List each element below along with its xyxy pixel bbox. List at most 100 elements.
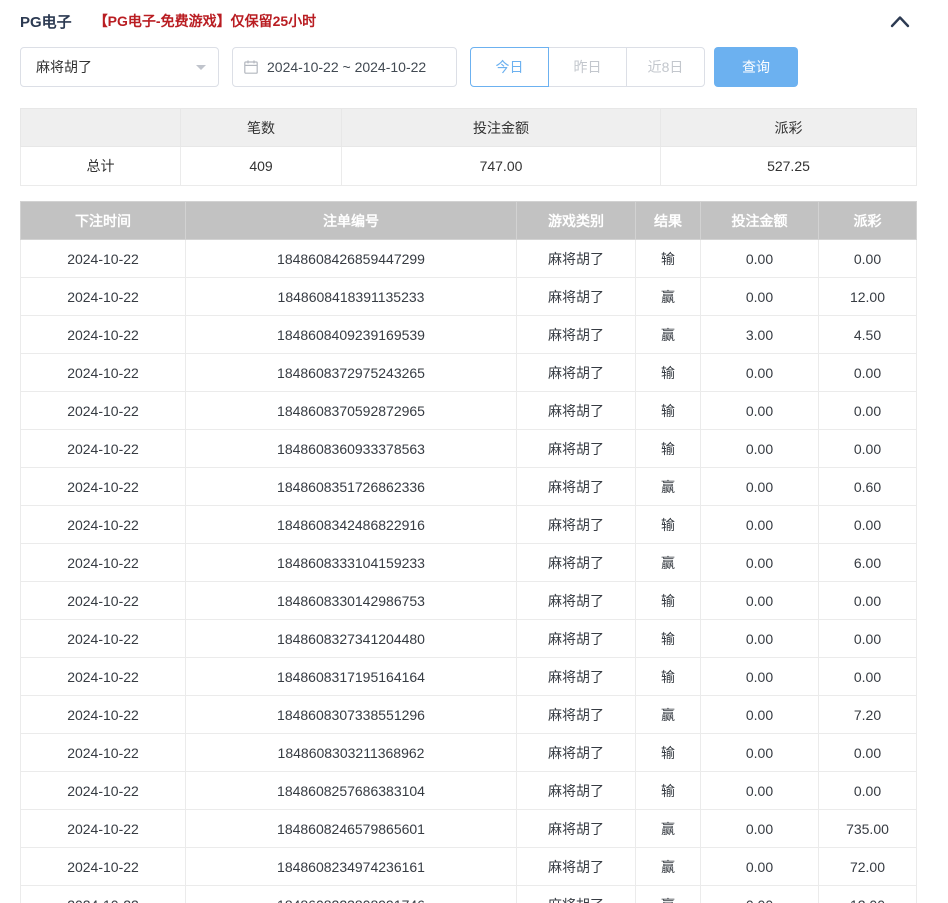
chevron-up-icon xyxy=(890,15,910,28)
bet-amount-cell: 3.00 xyxy=(700,315,819,354)
result-cell: 输 xyxy=(635,619,701,658)
order-id-cell: 1848608246579865601 xyxy=(185,809,517,848)
table-row: 2024-10-22 1848608327341204480 麻将胡了输 0.00 0.… xyxy=(20,619,917,658)
records-header-row: 下注时间 注单编号 游戏类别 结果 投注金额 派彩 xyxy=(20,201,917,240)
game-type-cell: 麻将胡了 xyxy=(516,809,636,848)
result-cell: 赢 xyxy=(635,315,701,354)
order-id-cell: 1848608372975243265 xyxy=(185,353,517,392)
payout-cell: 0.00 xyxy=(818,353,917,392)
result-cell: 输 xyxy=(635,771,701,810)
summary-total-payout: 527.25 xyxy=(660,146,917,186)
game-type-cell: 麻将胡了 xyxy=(516,277,636,316)
table-row: 2024-10-22 1848608360933378563 麻将胡了输 0.00 0.… xyxy=(20,429,917,468)
records-header-payout: 派彩 xyxy=(818,201,917,240)
bet-amount-cell: 0.00 xyxy=(700,885,819,903)
calendar-icon xyxy=(243,59,259,75)
game-type-cell: 麻将胡了 xyxy=(516,847,636,886)
bet-amount-cell: 0.00 xyxy=(700,847,819,886)
query-button[interactable]: 查询 xyxy=(714,47,798,87)
bet-amount-cell: 0.00 xyxy=(700,695,819,734)
records-header-result: 结果 xyxy=(635,201,701,240)
payout-cell: 0.00 xyxy=(818,771,917,810)
order-id-cell: 1848608317195164164 xyxy=(185,657,517,696)
pg-report-panel: PG电子 【PG电子-免费游戏】仅保留25小时 麻将胡了 2024-10-22 … xyxy=(0,0,948,903)
game-type-cell: 麻将胡了 xyxy=(516,733,636,772)
result-cell: 赢 xyxy=(635,695,701,734)
bet-time-cell: 2024-10-22 xyxy=(20,429,186,468)
payout-cell: 0.00 xyxy=(818,391,917,430)
order-id-cell: 1848608307338551296 xyxy=(185,695,517,734)
bet-time-cell: 2024-10-22 xyxy=(20,239,186,278)
result-cell: 赢 xyxy=(635,467,701,506)
result-cell: 输 xyxy=(635,657,701,696)
bet-amount-cell: 0.00 xyxy=(700,733,819,772)
result-cell: 赢 xyxy=(635,809,701,848)
bet-time-cell: 2024-10-22 xyxy=(20,581,186,620)
date-range-input[interactable]: 2024-10-22 ~ 2024-10-22 xyxy=(232,47,457,87)
summary-total-label: 总计 xyxy=(20,146,181,186)
table-row: 2024-10-22 1848608303211368962 麻将胡了输 0.00 0.… xyxy=(20,733,917,772)
bet-amount-cell: 0.00 xyxy=(700,657,819,696)
summary-total-row: 总计 409 747.00 527.25 xyxy=(20,146,917,186)
order-id-cell: 1848608234974236161 xyxy=(185,847,517,886)
order-id-cell: 1848608409239169539 xyxy=(185,315,517,354)
game-select[interactable]: 麻将胡了 xyxy=(20,47,219,87)
bet-amount-cell: 0.00 xyxy=(700,429,819,468)
payout-cell: 0.60 xyxy=(818,467,917,506)
bet-amount-cell: 0.00 xyxy=(700,581,819,620)
payout-cell: 735.00 xyxy=(818,809,917,848)
order-id-cell: 1848608351726862336 xyxy=(185,467,517,506)
bet-amount-cell: 0.00 xyxy=(700,353,819,392)
bet-amount-cell: 0.00 xyxy=(700,239,819,278)
bet-time-cell: 2024-10-22 xyxy=(20,353,186,392)
game-type-cell: 麻将胡了 xyxy=(516,429,636,468)
bet-time-cell: 2024-10-22 xyxy=(20,277,186,316)
bet-time-cell: 2024-10-22 xyxy=(20,391,186,430)
today-button[interactable]: 今日 xyxy=(470,47,549,87)
collapse-button[interactable] xyxy=(888,11,912,31)
bet-time-cell: 2024-10-22 xyxy=(20,771,186,810)
payout-cell: 0.00 xyxy=(818,657,917,696)
game-type-cell: 麻将胡了 xyxy=(516,695,636,734)
bet-amount-cell: 0.00 xyxy=(700,391,819,430)
order-id-cell: 1848608342486822916 xyxy=(185,505,517,544)
result-cell: 输 xyxy=(635,353,701,392)
quick-date-group: 今日 昨日 近8日 xyxy=(470,47,705,87)
order-id-cell: 1848608370592872965 xyxy=(185,391,517,430)
last-8-days-button[interactable]: 近8日 xyxy=(626,47,705,87)
records-header-order-id: 注单编号 xyxy=(185,201,517,240)
game-type-cell: 麻将胡了 xyxy=(516,239,636,278)
table-row: 2024-10-22 1848608307338551296 麻将胡了赢 0.00 7.… xyxy=(20,695,917,734)
summary-header-count: 笔数 xyxy=(180,108,342,147)
caret-down-icon xyxy=(196,64,206,75)
table-row: 2024-10-22 1848608351726862336 麻将胡了赢 0.00 0.… xyxy=(20,467,917,506)
bet-time-cell: 2024-10-22 xyxy=(20,315,186,354)
game-type-cell: 麻将胡了 xyxy=(516,543,636,582)
table-row: 2024-10-22 1848608317195164164 麻将胡了输 0.00 0.… xyxy=(20,657,917,696)
order-id-cell: 1848608257686383104 xyxy=(185,771,517,810)
game-type-cell: 麻将胡了 xyxy=(516,581,636,620)
table-row: 2024-10-22 1848608342486822916 麻将胡了输 0.00 0.… xyxy=(20,505,917,544)
bet-amount-cell: 0.00 xyxy=(700,543,819,582)
bet-time-cell: 2024-10-22 xyxy=(20,847,186,886)
yesterday-button[interactable]: 昨日 xyxy=(548,47,627,87)
order-id-cell: 1848608303211368962 xyxy=(185,733,517,772)
bet-time-cell: 2024-10-22 xyxy=(20,467,186,506)
game-type-cell: 麻将胡了 xyxy=(516,619,636,658)
table-row: 2024-10-22 1848608426859447299 麻将胡了输 0.00 0.… xyxy=(20,239,917,278)
records-header-bet-amount: 投注金额 xyxy=(700,201,819,240)
order-id-cell: 1848608330142986753 xyxy=(185,581,517,620)
bet-amount-cell: 0.00 xyxy=(700,467,819,506)
records-body: 2024-10-22 1848608426859447299 麻将胡了输 0.00 0.… xyxy=(20,239,917,903)
page-title: PG电子 xyxy=(20,13,72,31)
table-row: 2024-10-22 1848608372975243265 麻将胡了输 0.00 0.… xyxy=(20,353,917,392)
table-row: 2024-10-22 1848608418391135233 麻将胡了赢 0.00 12… xyxy=(20,277,917,316)
payout-cell: 0.00 xyxy=(818,505,917,544)
result-cell: 输 xyxy=(635,581,701,620)
payout-cell: 4.50 xyxy=(818,315,917,354)
filter-row: 麻将胡了 2024-10-22 ~ 2024-10-22 今日 昨日 近8日 查… xyxy=(20,47,928,87)
bet-amount-cell: 0.00 xyxy=(700,809,819,848)
bet-amount-cell: 0.00 xyxy=(700,771,819,810)
summary-total-count: 409 xyxy=(180,146,342,186)
records-header-game-type: 游戏类别 xyxy=(516,201,636,240)
